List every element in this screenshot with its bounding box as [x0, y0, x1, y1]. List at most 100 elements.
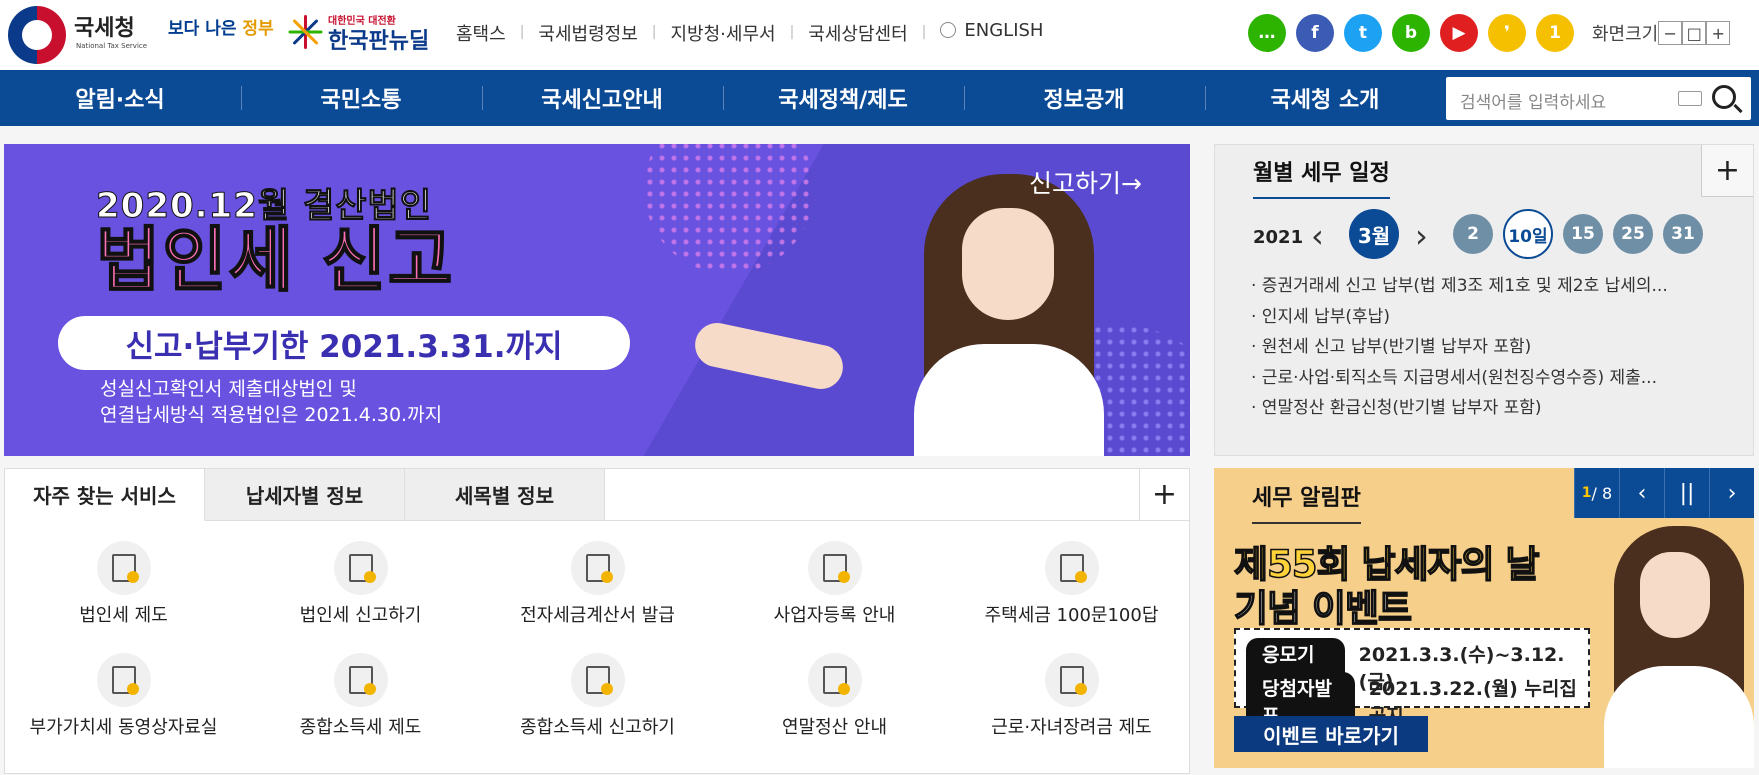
menu-disclosure[interactable]: 정보공개: [964, 70, 1204, 126]
top-bar: 국세청 National Tax Service 보다 나은 정부 대한민국 대…: [0, 0, 1759, 70]
nav-tax-law[interactable]: 국세법령정보: [538, 20, 637, 46]
keyboard-icon[interactable]: [1678, 91, 1702, 106]
menu-tax-policy[interactable]: 국세정책/제도: [723, 70, 963, 126]
nts-logo-icon[interactable]: [8, 6, 66, 64]
government-slogan-link[interactable]: 보다 나은 정부: [168, 14, 274, 39]
next-month-icon[interactable]: ›: [1415, 217, 1428, 255]
day-button[interactable]: 31: [1663, 214, 1703, 254]
service-item[interactable]: 연말정산 안내: [716, 653, 953, 753]
service-item[interactable]: 부가가치세 동영상자료실: [5, 653, 242, 753]
nav-offices[interactable]: 지방청·세무서: [670, 20, 775, 46]
current-month: 3월: [1349, 209, 1399, 259]
tab-taxpayer-info[interactable]: 납세자별 정보: [205, 469, 405, 521]
service-tabs: 자주 찾는 서비스 납세자별 정보 세목별 정보: [5, 469, 605, 521]
people-icon: [1044, 653, 1099, 707]
slogan-accent: 정부: [242, 19, 274, 39]
computer-book-icon: [807, 653, 862, 707]
day-button[interactable]: 25: [1613, 214, 1653, 254]
menu-about[interactable]: 국세청 소개: [1205, 70, 1445, 126]
new-deal-mark-icon: [286, 13, 324, 51]
banner-deadline: 신고·납부기한 2021.3.31.까지: [58, 316, 630, 370]
service-item[interactable]: 법인세 제도: [5, 541, 242, 641]
banner-title: 법인세 신고: [95, 219, 455, 301]
blog-icon[interactable]: b: [1392, 14, 1430, 52]
tax-notice-board[interactable]: 세무 알림판 1/ 8 ‹ || › 제55회 납세자의 날 기념 이벤트 응모…: [1214, 468, 1754, 768]
notice-headline-2: 기념 이벤트: [1233, 586, 1413, 631]
monthly-tax-schedule: 월별 세무 일정 + 2021 ‹ 3월 › 2 10일 15 25 31 · …: [1214, 144, 1754, 456]
service-item[interactable]: 전자세금계산서 발급: [479, 541, 716, 641]
menu-tax-filing-guide[interactable]: 국세신고안내: [482, 70, 722, 126]
english-label: ENGLISH: [964, 20, 1044, 41]
tab-frequent-services[interactable]: 자주 찾는 서비스: [5, 469, 205, 521]
story-icon[interactable]: ❜: [1488, 14, 1526, 52]
schedule-title: 월별 세무 일정: [1253, 155, 1390, 199]
banner-note: 성실신고확인서 제출대상법인 및 연결납세방식 적용법인은 2021.4.30.까…: [100, 378, 443, 426]
menu-communication[interactable]: 국민소통: [241, 70, 481, 126]
services-more-button[interactable]: +: [1139, 469, 1189, 521]
facebook-icon[interactable]: f: [1296, 14, 1334, 52]
sns-links: … f t b ▶ ❜ 1: [1248, 14, 1574, 52]
notice-page-indicator: 1/ 8: [1574, 468, 1619, 518]
font-size-increase-button[interactable]: +: [1706, 21, 1731, 45]
font-size-control: 화면크기 − □ +: [1592, 20, 1731, 46]
notice-controls: 1/ 8 ‹ || ›: [1574, 468, 1754, 518]
nav-english[interactable]: ENGLISH: [940, 20, 1043, 46]
notice-next-button[interactable]: ›: [1709, 468, 1754, 518]
service-item[interactable]: 종합소득세 제도: [242, 653, 479, 753]
house-check-icon: [570, 653, 625, 707]
logo-subtitle: National Tax Service: [76, 42, 148, 50]
service-item[interactable]: 사업자등록 안내: [716, 541, 953, 641]
schedule-item[interactable]: · 근로·사업·퇴직소득 지급명세서(원천징수영수증) 제출...: [1251, 363, 1721, 394]
service-item[interactable]: 법인세 신고하기: [242, 541, 479, 641]
bookshelf-icon: [333, 653, 388, 707]
schedule-more-button[interactable]: +: [1701, 145, 1753, 197]
talk-icon[interactable]: …: [1248, 14, 1286, 52]
new-deal-link[interactable]: 대한민국 대전환 한국판뉴딜: [286, 12, 430, 54]
schedule-year: 2021: [1253, 227, 1304, 248]
main-banner[interactable]: 2020.12월 결산법인 법인세 신고 신고·납부기한 2021.3.31.까…: [4, 144, 1190, 456]
twitter-icon[interactable]: t: [1344, 14, 1382, 52]
schedule-item[interactable]: · 연말정산 환급신청(반기별 납부자 포함): [1251, 393, 1721, 424]
day-button-selected[interactable]: 10일: [1503, 209, 1553, 259]
nav-counsel[interactable]: 국세상담센터: [808, 20, 907, 46]
utility-nav: 홈택스 | 국세법령정보 | 지방청·세무서 | 국세상담센터 | ENGLISH: [456, 20, 1044, 46]
schedule-item[interactable]: · 원천세 신고 납부(반기별 납부자 포함): [1251, 332, 1721, 363]
calculator-icon: [570, 541, 625, 595]
event-link-button[interactable]: 이벤트 바로가기: [1234, 716, 1428, 752]
search-icon[interactable]: [1712, 85, 1736, 109]
schedule-item[interactable]: · 인지세 납부(후납): [1251, 302, 1721, 333]
tab-tax-item-info[interactable]: 세목별 정보: [405, 469, 605, 521]
logo-text[interactable]: 국세청: [74, 10, 135, 42]
notice-title: 세무 알림판: [1252, 480, 1361, 524]
search-box: 검색어를 입력하세요: [1446, 77, 1751, 120]
book-icon: [96, 541, 151, 595]
model-photo: [1604, 526, 1754, 768]
service-item[interactable]: 근로·자녀장려금 제도: [953, 653, 1190, 753]
schedule-days: 2 10일 15 25 31: [1453, 209, 1703, 259]
day-button[interactable]: 2: [1453, 214, 1493, 254]
banner-cta-link[interactable]: 신고하기→: [1029, 164, 1142, 200]
font-size-decrease-button[interactable]: −: [1658, 21, 1683, 45]
menu-news[interactable]: 알림·소식: [0, 70, 240, 126]
main-navigation: 알림·소식 국민소통 국세신고안내 국세정책/제도 정보공개 국세청 소개 검색…: [0, 70, 1759, 126]
new-deal-text: 대한민국 대전환 한국판뉴딜: [328, 16, 430, 54]
services-panel: 자주 찾는 서비스 납세자별 정보 세목별 정보 + 법인세 제도 법인세 신고…: [4, 468, 1190, 774]
notice-pause-button[interactable]: ||: [1664, 468, 1709, 518]
youtube-icon[interactable]: ▶: [1440, 14, 1478, 52]
building-icon: [1044, 541, 1099, 595]
service-item[interactable]: 종합소득세 신고하기: [479, 653, 716, 753]
one-icon[interactable]: 1: [1536, 14, 1574, 52]
globe-icon: [940, 22, 957, 38]
schedule-item[interactable]: · 증권거래세 신고 납부(법 제3조 제1호 및 제2호 납세의...: [1251, 271, 1721, 302]
service-item[interactable]: 주택세금 100문100답: [953, 541, 1190, 641]
day-button[interactable]: 15: [1563, 214, 1603, 254]
nav-hometax[interactable]: 홈택스: [456, 20, 506, 46]
document-check-icon: [333, 541, 388, 595]
monitor-icon: [96, 653, 151, 707]
event-info-box: 응모기간2021.3.3.(수)~3.12.(금) 당첨자발표2021.3.22…: [1234, 628, 1590, 730]
font-size-reset-button[interactable]: □: [1682, 21, 1707, 45]
prev-month-icon[interactable]: ‹: [1311, 217, 1324, 255]
notice-prev-button[interactable]: ‹: [1619, 468, 1664, 518]
search-input[interactable]: 검색어를 입력하세요: [1460, 88, 1606, 113]
model-photo: [884, 174, 1134, 456]
